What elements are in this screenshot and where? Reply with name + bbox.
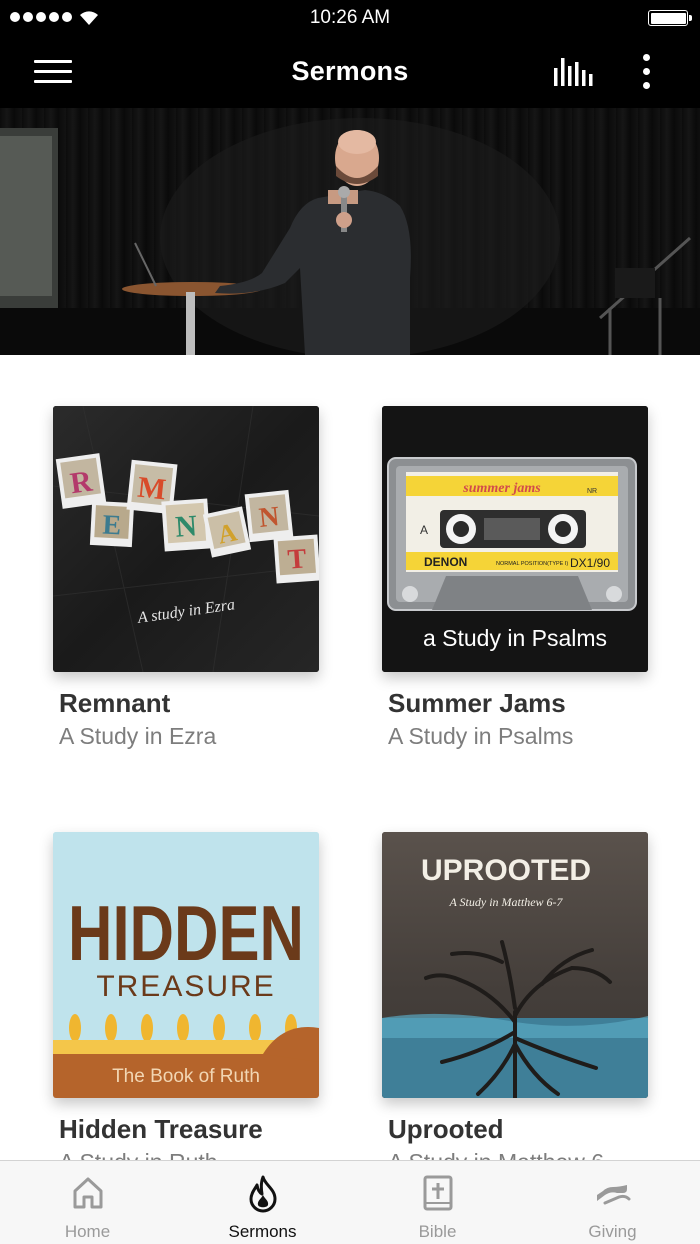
series-artwork: HIDDEN TREASURE The Book of Ruth xyxy=(53,832,319,1098)
series-art-title: HIDDEN xyxy=(68,889,304,977)
series-card-remnant[interactable]: R E M N A N T A study in Ezra Remnant A … xyxy=(53,406,319,750)
series-title: Summer Jams xyxy=(388,688,566,718)
series-art-caption: A Study in Matthew 6-7 xyxy=(448,895,563,909)
cassette-label: summer jams xyxy=(462,481,541,496)
series-subtitle: A Study in Matthew 6 xyxy=(388,1149,648,1160)
series-card-uprooted[interactable]: UPROOTED A Study in Matthew 6-7 Uprooted xyxy=(382,832,648,1160)
series-title: Hidden Treasure xyxy=(59,1114,263,1144)
audio-bars-icon[interactable] xyxy=(550,56,594,88)
giving-hand-icon xyxy=(596,1185,630,1205)
series-art-title: UPROOTED xyxy=(421,854,591,887)
series-artwork: summer jams NR A DENON NORMAL POSITION(T… xyxy=(382,406,648,672)
nav-bar: Sermons xyxy=(0,36,700,108)
series-art-caption: a Study in Psalms xyxy=(423,625,607,651)
series-art-subtitle: TREASURE xyxy=(96,970,275,1003)
series-art-caption: The Book of Ruth xyxy=(112,1066,260,1087)
tab-bible[interactable]: Bible xyxy=(350,1161,525,1244)
series-subtitle: A Study in Ruth xyxy=(59,1149,319,1160)
series-title: Remnant xyxy=(59,688,171,718)
more-vertical-icon[interactable] xyxy=(636,52,658,92)
tab-giving[interactable]: Giving xyxy=(525,1161,700,1244)
series-card-hidden-treasure[interactable]: HIDDEN TREASURE The Book of Ruth Hidden … xyxy=(53,832,319,1160)
remnant-letter: N xyxy=(174,509,198,543)
status-bar: 10:26 AM xyxy=(0,0,700,36)
tab-home[interactable]: Home xyxy=(0,1161,175,1244)
bible-icon xyxy=(423,1175,452,1211)
tab-label: Bible xyxy=(418,1222,457,1241)
battery-icon xyxy=(648,10,692,26)
tab-label: Sermons xyxy=(228,1222,297,1241)
series-subtitle: A Study in Ezra xyxy=(59,723,217,749)
remnant-letter: N xyxy=(257,501,280,534)
series-card-summer-jams[interactable]: summer jams NR A DENON NORMAL POSITION(T… xyxy=(382,406,648,750)
tab-label: Home xyxy=(64,1222,111,1241)
series-title: Uprooted xyxy=(388,1114,504,1144)
remnant-letter: T xyxy=(287,543,308,575)
tab-sermons[interactable]: Sermons xyxy=(175,1161,350,1244)
flame-icon xyxy=(249,1175,276,1213)
series-subtitle: A Study in Psalms xyxy=(388,723,574,749)
hero-banner xyxy=(0,108,700,355)
remnant-letter: E xyxy=(102,510,122,542)
cassette-position: NORMAL POSITION(TYPE I) xyxy=(496,561,568,567)
page-title: Sermons xyxy=(291,56,409,86)
tab-label: Giving xyxy=(588,1222,637,1241)
pastor-preaching-photo xyxy=(0,118,700,355)
cassette-brand: DENON xyxy=(424,555,467,569)
series-artwork: UPROOTED A Study in Matthew 6-7 xyxy=(382,832,648,1098)
cassette-nr: NR xyxy=(587,488,597,495)
series-artwork: R E M N A N T A study in Ezra xyxy=(53,406,319,672)
cassette-side: A xyxy=(420,523,428,537)
home-icon xyxy=(73,1177,102,1209)
status-time: 10:26 AM xyxy=(309,7,391,28)
tab-bar: Home Sermons Bible Giving xyxy=(0,1160,700,1244)
cassette-model: DX1/90 xyxy=(570,556,610,570)
sermon-series-grid: R E M N A N T A study in Ezra Remnant A … xyxy=(0,355,700,1160)
remnant-letter: M xyxy=(136,471,168,507)
